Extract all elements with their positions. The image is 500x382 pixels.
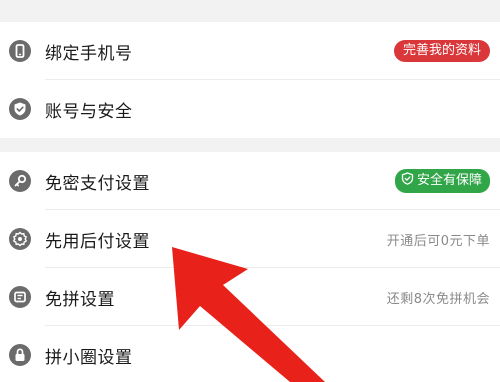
security-guarantee-text: 安全有保障 [416,173,482,188]
badge-icon [9,228,31,250]
settings-page: 绑定手机号 完善我的资料 账号与安全 免密支付设置 安全有保障 先用后付设置 开… [0,0,500,382]
phone-icon [9,40,31,62]
section-gap [0,138,500,152]
account-security-label: 账号与安全 [45,101,133,122]
ticket-icon [9,286,31,308]
circle-settings-label: 拼小圈设置 [45,347,133,368]
group-free-hint: 还剩8次免拼机会 [386,291,490,307]
shield-check-icon [401,172,414,190]
lock-icon [9,344,31,366]
group-free-row[interactable]: 免拼设置 还剩8次免拼机会 [0,268,500,326]
account-security-row[interactable]: 账号与安全 [0,80,500,138]
password-free-payment-label: 免密支付设置 [45,173,150,194]
password-free-payment-row[interactable]: 免密支付设置 安全有保障 [0,152,500,210]
pay-later-label: 先用后付设置 [45,231,150,252]
circle-settings-row[interactable]: 拼小圈设置 [0,326,500,382]
shield-check-icon [9,98,31,120]
bind-phone-row[interactable]: 绑定手机号 完善我的资料 [0,22,500,80]
group-free-right: 还剩8次免拼机会 [387,288,500,307]
pay-later-row[interactable]: 先用后付设置 开通后可0元下单 [0,210,500,268]
bind-phone-right: 完善我的资料 [393,40,500,62]
key-icon [9,170,31,192]
complete-profile-badge[interactable]: 完善我的资料 [393,40,490,62]
pay-later-right: 开通后可0元下单 [387,230,500,249]
section-gap [0,0,500,22]
security-guarantee-badge: 安全有保障 [394,169,490,193]
pay-later-hint: 开通后可0元下单 [386,233,490,249]
bind-phone-label: 绑定手机号 [45,43,133,64]
group-free-label: 免拼设置 [45,289,115,310]
password-free-right: 安全有保障 [394,169,500,193]
